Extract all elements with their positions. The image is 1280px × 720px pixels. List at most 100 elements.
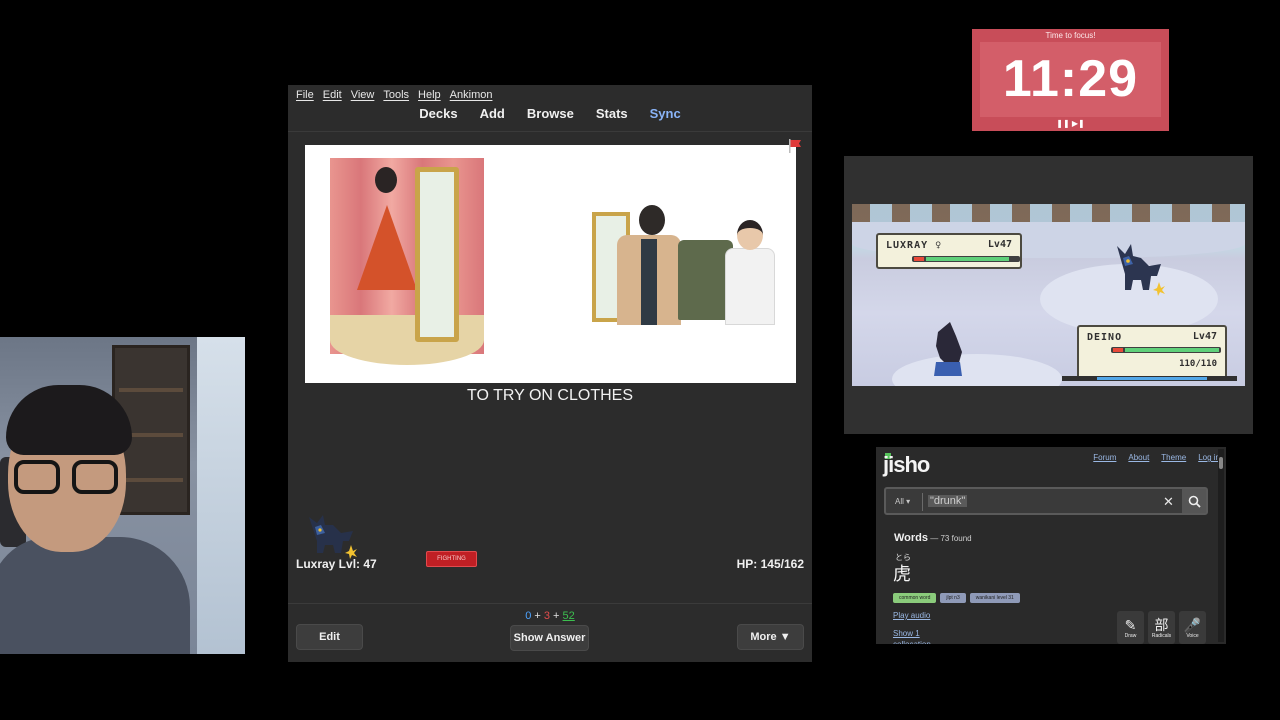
scrollbar[interactable] <box>1218 449 1224 642</box>
show-answer-button[interactable]: Show Answer <box>510 625 589 651</box>
search-input[interactable]: "drunk" <box>928 495 968 507</box>
edit-button[interactable]: Edit <box>296 624 363 650</box>
tag-common-word: common word <box>893 593 937 603</box>
enemy-hp-fill <box>926 257 1009 261</box>
woman-figure <box>375 167 397 193</box>
clerk-head <box>737 220 763 250</box>
glasses-lens <box>14 460 60 494</box>
standing-mirror <box>415 167 459 342</box>
radicals-tool[interactable]: 部 Radicals <box>1148 611 1175 644</box>
stream-layout: File Edit View Tools Help Ankimon Decks … <box>0 0 1280 720</box>
search-divider <box>922 493 923 511</box>
bottom-divider <box>288 603 812 604</box>
clerk-figure <box>725 220 775 325</box>
tag-jlpt: jlpt n3 <box>940 593 966 603</box>
menu-ankimon[interactable]: Ankimon <box>450 89 493 101</box>
player-hp-fill <box>1125 348 1219 352</box>
game-window: LUXRAY ♀ Lv47 DEINO Lv47 110/110 <box>844 156 1253 434</box>
count-separator: + <box>531 610 544 622</box>
jisho-logo[interactable]: jisho <box>883 452 930 478</box>
person-body <box>0 537 190 654</box>
menu-help[interactable]: Help <box>418 89 441 101</box>
player-hp-bar <box>1111 347 1221 353</box>
words-label: Words <box>894 532 929 544</box>
search-button[interactable] <box>1182 489 1206 513</box>
collocation-link[interactable]: collocation <box>893 640 931 644</box>
play-audio-link[interactable]: Play audio <box>893 611 930 620</box>
hp-tag <box>1113 348 1123 352</box>
room-window <box>197 337 245 654</box>
show-collocation-link[interactable]: Show 1 <box>893 629 920 638</box>
timer-controls[interactable]: ❚❚ ▶❚ <box>972 119 1169 128</box>
timer-time: 11:29 <box>1002 50 1139 108</box>
menu-view[interactable]: View <box>351 89 375 101</box>
tag-wanikani: wanikani level 31 <box>969 593 1020 603</box>
menu-tools[interactable]: Tools <box>383 89 409 101</box>
count-separator: + <box>550 610 563 622</box>
microphone-icon: 🎤 <box>1183 616 1202 633</box>
player-hp-box: DEINO Lv47 110/110 <box>1077 325 1227 380</box>
player-exp-fill <box>1097 377 1207 380</box>
glasses-lens <box>72 460 118 494</box>
jisho-search-bar: All ▾ "drunk" ✕ <box>884 487 1208 515</box>
luxray-sprite-icon <box>1117 244 1165 296</box>
voice-tool[interactable]: 🎤 Voice <box>1179 611 1206 644</box>
hp-tag <box>914 257 924 261</box>
enemy-hp-box: LUXRAY ♀ Lv47 <box>876 233 1022 269</box>
hp-readout: HP: 145/162 <box>736 557 804 571</box>
radicals-icon: 部 <box>1154 616 1169 633</box>
person-glasses <box>14 460 124 496</box>
jisho-nav: Forum About Theme Log in <box>1093 453 1220 462</box>
voice-label: Voice <box>1186 632 1199 639</box>
red-dress <box>357 205 417 290</box>
menu-edit[interactable]: Edit <box>323 89 342 101</box>
clear-icon[interactable]: ✕ <box>1163 494 1174 510</box>
jisho-window: jisho Forum About Theme Log in All ▾ "dr… <box>876 447 1226 644</box>
shelf-row <box>119 478 183 482</box>
toolbar-browse[interactable]: Browse <box>527 106 574 126</box>
shirt <box>641 239 657 325</box>
floor <box>330 315 484 365</box>
webcam-feed <box>0 337 245 654</box>
search-icon <box>1188 495 1201 508</box>
scrollbar-thumb[interactable] <box>1219 457 1223 469</box>
menu-bar: File Edit View Tools Help Ankimon <box>288 85 812 105</box>
input-tools: ✎ Draw 部 Radicals 🎤 Voice <box>1117 611 1206 644</box>
deino-sprite-icon <box>934 322 962 376</box>
toolbar-divider <box>288 131 812 132</box>
flag-icon[interactable] <box>788 139 802 153</box>
card-illustration <box>305 145 796 383</box>
toolbar-decks[interactable]: Decks <box>419 106 457 126</box>
timer-label: Time to focus! <box>1045 31 1096 40</box>
focus-timer: Time to focus! 11:29 ❚❚ ▶❚ <box>972 29 1169 131</box>
player-platform <box>892 354 1062 386</box>
words-heading: Words — 73 found <box>894 532 972 544</box>
enemy-name: LUXRAY ♀ <box>886 240 943 251</box>
toolbar-sync[interactable]: Sync <box>650 106 681 126</box>
toolbar-add[interactable]: Add <box>480 106 505 126</box>
more-button[interactable]: More ▼ <box>737 624 804 650</box>
radicals-label: Radicals <box>1151 632 1172 639</box>
nav-theme[interactable]: Theme <box>1161 453 1186 462</box>
draw-tool[interactable]: ✎ Draw <box>1117 611 1144 644</box>
nav-forum[interactable]: Forum <box>1093 453 1116 462</box>
main-toolbar: Decks Add Browse Stats Sync <box>288 106 812 126</box>
status-badge: FIGHTING <box>426 551 477 567</box>
clerk-body <box>725 248 775 325</box>
nav-login[interactable]: Log in <box>1198 453 1220 462</box>
card-prompt: TO TRY ON CLOTHES <box>467 387 633 404</box>
enemy-level: Lv47 <box>987 239 1012 250</box>
toolbar-stats[interactable]: Stats <box>596 106 628 126</box>
enemy-hp-bar <box>912 256 1020 262</box>
search-scope-select[interactable]: All ▾ <box>895 497 910 506</box>
shelf-row <box>119 388 183 392</box>
luxray-pet-icon <box>309 515 357 559</box>
entry-tags: common word jlpt n3 wanikani level 31 <box>893 593 1020 603</box>
pet-level-label: Luxray Lvl: 47 <box>296 557 377 571</box>
customer-figure <box>617 205 687 325</box>
menu-file[interactable]: File <box>296 89 314 101</box>
draw-icon: ✎ <box>1124 616 1137 633</box>
nav-about[interactable]: About <box>1128 453 1149 462</box>
draw-label: Draw <box>1124 632 1137 639</box>
player-level: Lv47 <box>1192 331 1217 342</box>
